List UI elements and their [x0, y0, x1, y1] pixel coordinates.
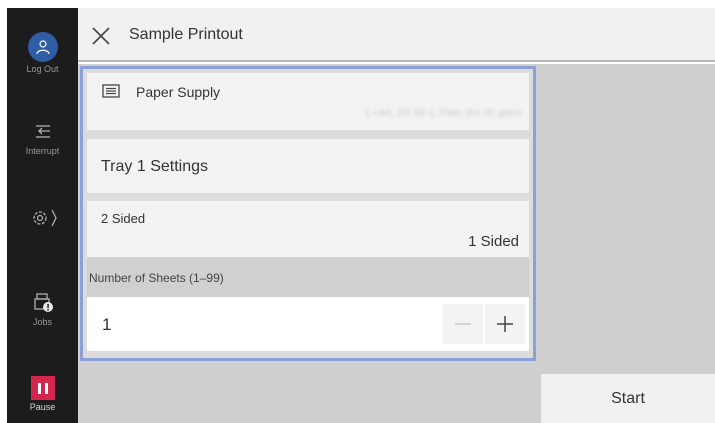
pause-icon: [30, 376, 55, 400]
settings-button[interactable]: [7, 206, 78, 232]
interrupt-label: Interrupt: [25, 146, 60, 156]
pause-label: Pause: [29, 402, 56, 412]
settings-panel: Paper Supply 1 ▪ A4, JIS B5 ▯, Plain (64…: [80, 66, 536, 361]
minus-icon: [455, 323, 471, 325]
two-sided-row[interactable]: 2 Sided 1 Sided: [87, 201, 529, 257]
start-button[interactable]: Start: [541, 374, 715, 423]
user-icon: [27, 32, 58, 62]
tray-settings-label: Tray 1 Settings: [101, 158, 209, 175]
list-icon: [102, 84, 120, 98]
paper-supply-label: Paper Supply: [136, 84, 221, 100]
logout-button[interactable]: Log Out: [7, 32, 78, 74]
plus-button[interactable]: [485, 304, 525, 344]
jobs-label: Jobs: [32, 317, 52, 327]
interrupt-icon: [35, 125, 50, 138]
sheets-value[interactable]: 1: [102, 315, 111, 335]
gear-icon: [32, 209, 57, 227]
paper-supply-value: 1 ▪ A4, JIS B5 ▯, Plain (64–81 gsm): [364, 108, 521, 119]
tray-settings-row[interactable]: Tray 1 Settings: [87, 139, 529, 193]
preview-area: [537, 64, 715, 374]
two-sided-label: 2 Sided: [101, 211, 146, 226]
page-title: Sample Printout: [129, 26, 243, 43]
paper-supply-row[interactable]: Paper Supply 1 ▪ A4, JIS B5 ▯, Plain (64…: [87, 73, 529, 130]
sheets-row: 1: [87, 297, 529, 351]
bottom-bar: [78, 363, 541, 423]
plus-icon: [497, 316, 513, 332]
interrupt-button[interactable]: Interrupt: [7, 120, 78, 156]
screen: Log Out Interrupt Jobs Pause Sample Prin…: [0, 0, 715, 423]
jobs-button[interactable]: Jobs: [7, 291, 78, 327]
minus-button[interactable]: [443, 304, 483, 344]
close-icon[interactable]: [90, 25, 112, 47]
logout-label: Log Out: [26, 64, 59, 74]
printer-icon: [33, 293, 53, 312]
sidebar: Log Out Interrupt Jobs Pause: [7, 8, 78, 423]
sheets-header: Number of Sheets (1–99): [87, 257, 529, 297]
header-bar: Sample Printout: [78, 8, 715, 62]
two-sided-value: 1 Sided: [468, 233, 519, 250]
sheets-label: Number of Sheets (1–99): [89, 271, 224, 285]
pause-button[interactable]: Pause: [7, 376, 78, 412]
